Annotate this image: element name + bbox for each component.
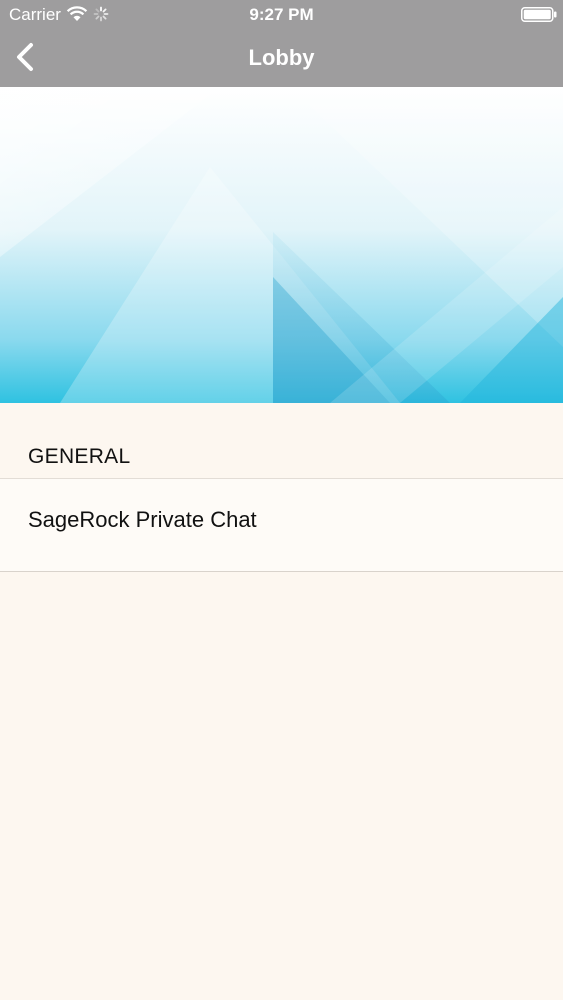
section-header: GENERAL <box>28 445 131 468</box>
header-banner-image <box>0 87 563 403</box>
divider <box>0 571 563 572</box>
status-bar: Carrier 9:27 PM <box>0 0 563 30</box>
battery-icon <box>521 7 557 22</box>
list-item-sagerock-private-chat[interactable]: SageRock Private Chat <box>0 479 563 571</box>
page-title: Lobby <box>248 45 315 70</box>
navigation-bar: Carrier 9:27 PM Lobby <box>0 0 563 87</box>
list-item-label: SageRock Private Chat <box>28 507 257 532</box>
status-time: 9:27 PM <box>249 5 314 24</box>
